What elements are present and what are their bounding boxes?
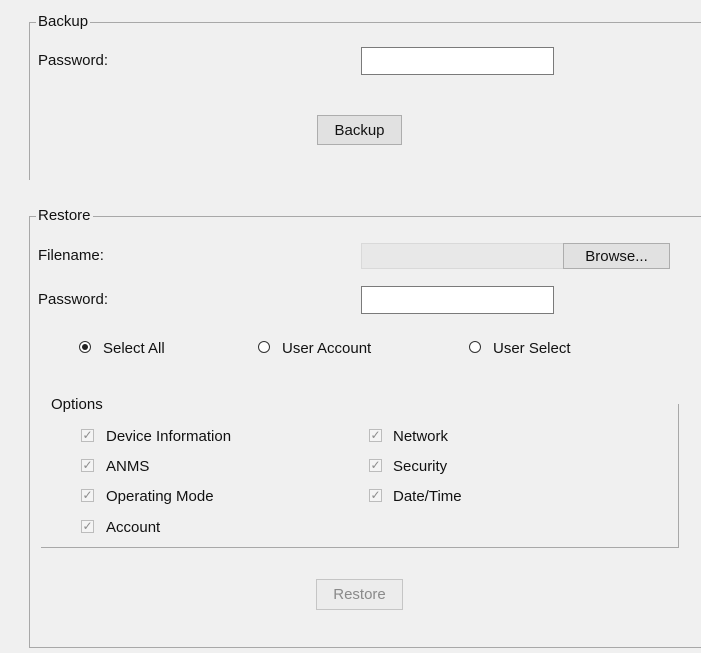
radio-user-select-indicator[interactable] (469, 341, 481, 353)
backup-group-left-border (29, 22, 30, 180)
checkbox-security: ✓ (369, 458, 382, 472)
option-device-information-label: Device Information (106, 428, 232, 445)
checkbox-account: ✓ (81, 519, 94, 533)
backup-password-label: Password: (38, 52, 109, 69)
backup-password-input[interactable] (361, 47, 554, 75)
checkbox-date-time: ✓ (369, 488, 382, 502)
option-network-label: Network (393, 428, 449, 445)
option-anms-label: ANMS (106, 458, 150, 475)
restore-group-title: Restore (36, 207, 93, 225)
radio-select-all-indicator[interactable] (79, 341, 91, 353)
radio-user-account-indicator[interactable] (258, 341, 270, 353)
option-date-time-label: Date/Time (393, 488, 462, 505)
radio-user-account-label[interactable]: User Account (282, 340, 371, 358)
checkbox-device-information: ✓ (81, 428, 94, 442)
checkbox-network: ✓ (369, 428, 382, 442)
restore-button[interactable]: Restore (316, 579, 403, 610)
options-group-bottom-border (41, 547, 679, 548)
backup-group-title: Backup (36, 13, 91, 31)
restore-group-top-border (29, 216, 701, 217)
option-operating-mode-label: Operating Mode (106, 488, 214, 505)
restore-password-input[interactable] (361, 286, 554, 314)
checkbox-anms: ✓ (81, 458, 94, 472)
radio-user-select-label[interactable]: User Select (493, 340, 571, 358)
radio-select-all-label[interactable]: Select All (103, 340, 165, 358)
browse-button[interactable]: Browse... (563, 243, 670, 269)
backup-restore-panel: Backup Password: Backup Restore Filename… (0, 0, 701, 653)
checkbox-operating-mode: ✓ (81, 488, 94, 502)
filename-label: Filename: (38, 247, 104, 264)
options-group-title: Options (51, 396, 103, 413)
restore-group-bottom-border (29, 647, 701, 648)
backup-group-top-border (29, 22, 701, 23)
backup-button[interactable]: Backup (317, 115, 402, 145)
option-security-label: Security (393, 458, 448, 475)
restore-password-label: Password: (38, 291, 109, 308)
option-account-label: Account (106, 519, 161, 536)
restore-group-left-border (29, 216, 30, 648)
filename-input[interactable] (361, 243, 564, 269)
options-group-right-border (678, 404, 679, 548)
